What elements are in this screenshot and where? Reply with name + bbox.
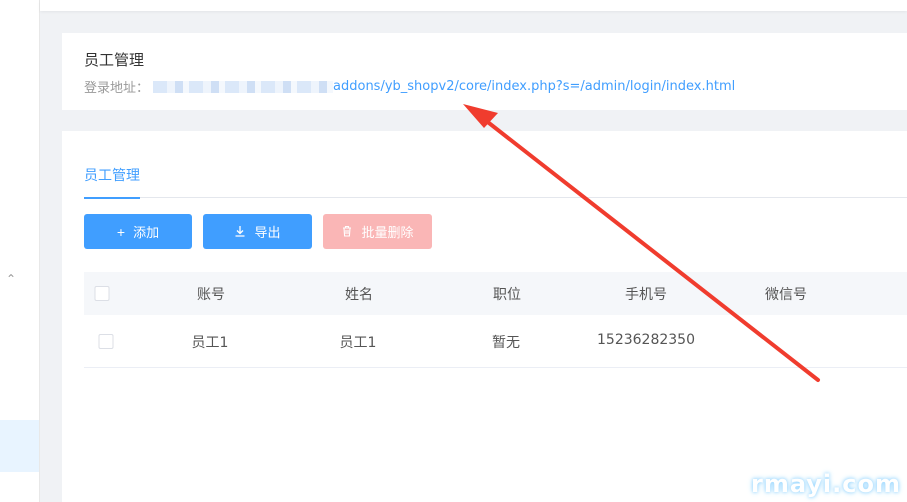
- column-header-name: 姓名: [345, 287, 373, 303]
- watermark: rmayi.com: [750, 470, 901, 498]
- sidebar: ⌃: [0, 0, 40, 502]
- main-card: 员工管理 + 添加 导出 批量删除 账号 姓名 职位 手机号 微信号 员工1 员…: [62, 131, 907, 502]
- login-address-label: 登录地址：: [84, 81, 150, 96]
- select-all-checkbox[interactable]: [94, 286, 110, 301]
- trash-icon: [341, 225, 353, 239]
- redacted-domain-mask: [153, 80, 334, 93]
- cell-phone: 15236282350: [597, 332, 695, 348]
- top-header: [40, 0, 907, 11]
- page-title: 员工管理: [84, 51, 145, 69]
- export-button[interactable]: 导出: [203, 214, 312, 249]
- cell-name: 员工1: [339, 335, 377, 351]
- column-header-position: 职位: [493, 287, 521, 303]
- plus-icon: +: [116, 223, 126, 240]
- download-icon: [234, 225, 246, 239]
- tab-bar: 员工管理: [84, 165, 907, 199]
- tab-staff-management[interactable]: 员工管理: [84, 165, 140, 199]
- sidebar-item-active[interactable]: [0, 420, 39, 472]
- login-address-line: 登录地址： addons/yb_shopv2/core/index.php?s=…: [84, 77, 735, 96]
- login-address-link[interactable]: addons/yb_shopv2/core/index.php?s=/admin…: [333, 79, 735, 94]
- add-button[interactable]: + 添加: [84, 214, 192, 249]
- table-row: 员工1 员工1 暂无 15236282350: [84, 315, 907, 368]
- add-button-label: 添加: [133, 225, 160, 240]
- info-card: 员工管理 登录地址： addons/yb_shopv2/core/index.p…: [62, 33, 907, 110]
- column-header-account: 账号: [197, 287, 225, 303]
- export-button-label: 导出: [254, 225, 281, 240]
- chevron-up-icon[interactable]: ⌃: [4, 272, 18, 286]
- table-header: 账号 姓名 职位 手机号 微信号: [84, 272, 907, 315]
- column-header-phone: 手机号: [625, 287, 667, 303]
- cell-position: 暂无: [492, 335, 520, 351]
- row-checkbox[interactable]: [98, 334, 114, 349]
- staff-table: 账号 姓名 职位 手机号 微信号 员工1 员工1 暂无 15236282350: [84, 272, 907, 368]
- cell-account: 员工1: [191, 335, 229, 351]
- column-header-wechat: 微信号: [765, 287, 807, 303]
- batch-delete-button-label: 批量删除: [361, 225, 414, 240]
- batch-delete-button[interactable]: 批量删除: [323, 214, 432, 249]
